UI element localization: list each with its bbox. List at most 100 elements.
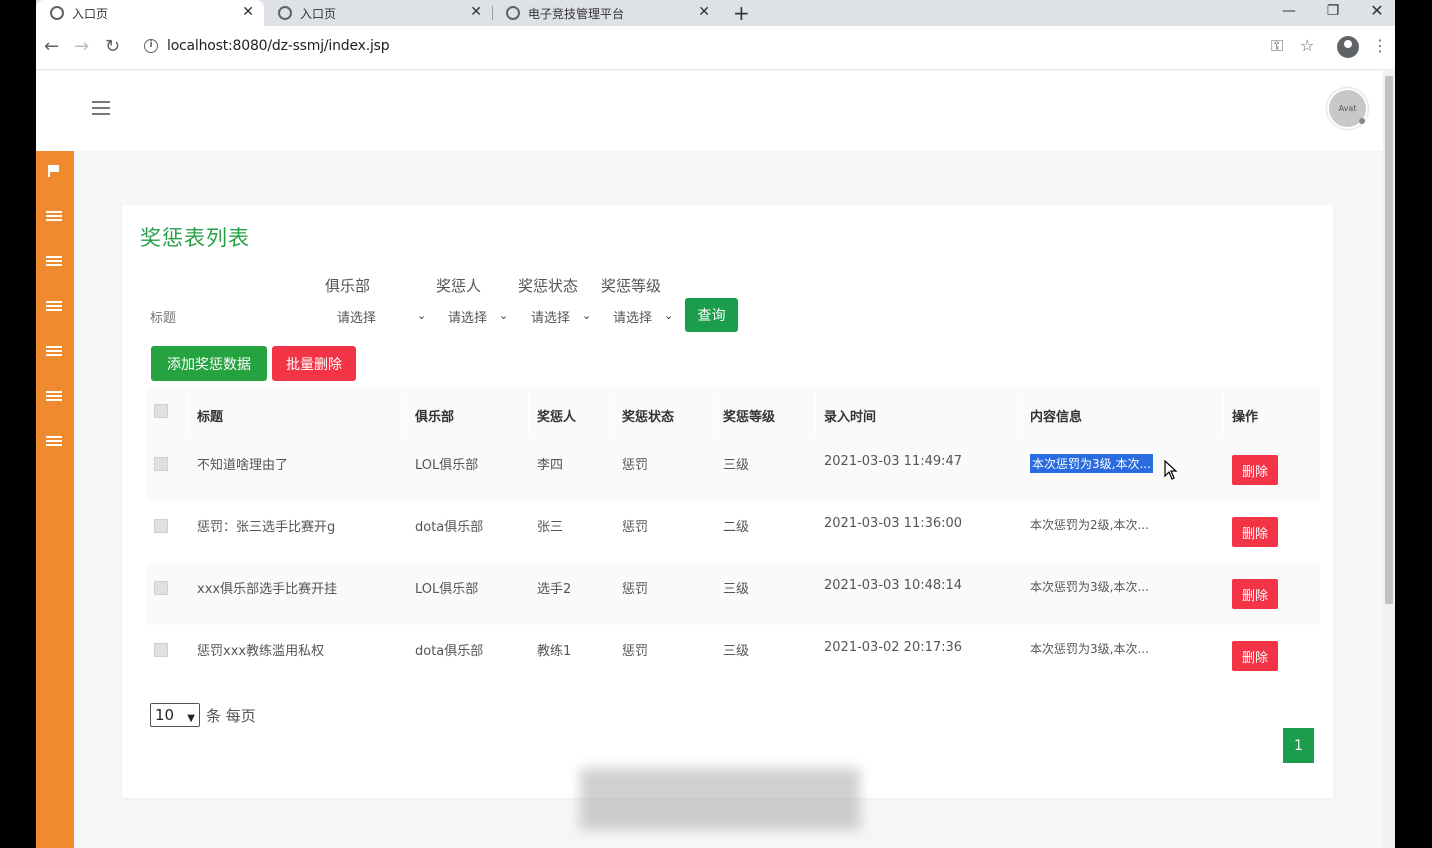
cell-content: 本次惩罚为3级,本次... [1030, 454, 1153, 473]
minimize-icon[interactable]: — [1269, 0, 1309, 22]
cell-club: LOL俱乐部 [415, 582, 479, 597]
mouse-cursor-icon [1164, 460, 1178, 480]
flag-icon[interactable] [48, 165, 60, 177]
cell-person: 张三 [537, 520, 564, 535]
page-button-1[interactable]: 1 [1283, 728, 1314, 763]
forward-icon[interactable]: → [74, 36, 89, 57]
table-row: 惩罚xxx教练滥用私权 dota俱乐部 教练1 惩罚 三级 2021-03-02… [146, 625, 1320, 687]
sidebar [36, 151, 74, 848]
cell-status: 惩罚 [622, 644, 649, 659]
status-select[interactable]: 请选择 ⌄ [531, 303, 596, 329]
row-checkbox[interactable] [154, 457, 168, 471]
cell-club: LOL俱乐部 [415, 458, 479, 473]
club-select[interactable]: 请选择 ⌄ [337, 303, 432, 329]
table-row: 惩罚：张三选手比赛开g dota俱乐部 张三 惩罚 二级 2021-03-03 … [146, 501, 1320, 563]
status-filter-label: 奖惩状态 [518, 277, 579, 295]
cell-content: 本次惩罚为2级,本次... [1030, 518, 1149, 532]
close-tab-icon[interactable]: ✕ [698, 4, 710, 20]
cell-time: 2021-03-03 10:48:14 [824, 578, 963, 593]
cell-status: 惩罚 [622, 458, 649, 473]
info-icon[interactable]: i [144, 39, 158, 53]
tab-strip: 入口页 ✕ 入口页 ✕ 电子竞技管理平台 ✕ + — ❐ ✕ [36, 0, 1395, 26]
per-page-label: 条 每页 [206, 707, 256, 725]
list-icon[interactable] [46, 211, 62, 225]
browser-tab-2[interactable]: 入口页 ✕ [264, 0, 492, 26]
person-select-value: 请选择 [448, 310, 488, 326]
star-icon[interactable]: ☆ [1300, 36, 1314, 55]
table-row: xxx俱乐部选手比赛开挂 LOL俱乐部 选手2 惩罚 三级 2021-03-03… [146, 563, 1320, 625]
cell-time: 2021-03-03 11:49:47 [824, 454, 963, 469]
club-select-value: 请选择 [337, 310, 377, 326]
page-scrollbar[interactable] [1383, 71, 1395, 848]
cell-club: dota俱乐部 [415, 644, 484, 659]
level-select-value: 请选择 [613, 310, 653, 326]
row-checkbox[interactable] [154, 643, 168, 657]
tab-title: 入口页 [72, 6, 109, 21]
chevron-down-icon: ⌄ [664, 309, 674, 322]
browser-window: 入口页 ✕ 入口页 ✕ 电子竞技管理平台 ✕ + — ❐ ✕ ← → ↻ i l… [36, 0, 1395, 848]
delete-row-button[interactable]: 删除 [1232, 579, 1278, 609]
chevron-down-icon: ⌄ [417, 309, 427, 322]
row-checkbox[interactable] [154, 581, 168, 595]
globe-icon [506, 6, 520, 20]
cell-time: 2021-03-02 20:17:36 [824, 640, 963, 655]
close-tab-icon[interactable]: ✕ [242, 4, 254, 20]
level-select[interactable]: 请选择 ⌄ [613, 303, 678, 329]
reload-icon[interactable]: ↻ [105, 36, 120, 57]
cell-level: 三级 [723, 582, 750, 597]
chevron-down-icon: ▼ [187, 713, 195, 724]
content-card: 奖惩表列表 俱乐部 奖惩人 奖惩状态 奖惩等级 请选择 ⌄ 请选择 ⌄ 请选择 … [122, 205, 1333, 798]
club-filter-label: 俱乐部 [325, 277, 371, 295]
list-icon[interactable] [46, 346, 62, 360]
new-tab-icon[interactable]: + [733, 1, 750, 25]
avatar-icon[interactable]: Avat [1327, 88, 1368, 129]
menu-icon[interactable] [92, 101, 110, 115]
list-icon[interactable] [46, 256, 62, 270]
list-icon[interactable] [46, 436, 62, 450]
page-title: 奖惩表列表 [140, 226, 250, 250]
cell-person: 选手2 [537, 582, 572, 597]
person-select[interactable]: 请选择 ⌄ [448, 303, 513, 329]
back-icon[interactable]: ← [44, 36, 59, 57]
globe-icon [50, 6, 64, 20]
col-level: 奖惩等级 [723, 410, 776, 425]
delete-row-button[interactable]: 删除 [1232, 641, 1278, 671]
close-window-icon[interactable]: ✕ [1357, 0, 1395, 22]
browser-tab-3[interactable]: 电子竞技管理平台 ✕ [492, 0, 720, 26]
batch-delete-button[interactable]: 批量删除 [272, 346, 356, 381]
title-search-input[interactable] [150, 304, 300, 330]
chevron-down-icon: ⌄ [582, 309, 592, 322]
cell-time: 2021-03-03 11:36:00 [824, 516, 963, 531]
cell-level: 三级 [723, 644, 750, 659]
cell-club: dota俱乐部 [415, 520, 484, 535]
add-record-button[interactable]: 添加奖惩数据 [151, 346, 267, 381]
query-button[interactable]: 查询 [685, 298, 738, 332]
col-person: 奖惩人 [537, 410, 577, 425]
list-icon[interactable] [46, 391, 62, 405]
cell-title: 惩罚：张三选手比赛开g [197, 520, 336, 535]
delete-row-button[interactable]: 删除 [1232, 517, 1278, 547]
cell-content: 本次惩罚为3级,本次... [1030, 642, 1149, 656]
cell-title: 惩罚xxx教练滥用私权 [197, 644, 325, 659]
cell-level: 二级 [723, 520, 750, 535]
address-bar[interactable]: localhost:8080/dz-ssmj/index.jsp [167, 38, 390, 54]
select-all-checkbox[interactable] [154, 404, 168, 418]
scrollbar-thumb[interactable] [1385, 76, 1393, 604]
col-status: 奖惩状态 [622, 410, 675, 425]
col-time: 录入时间 [824, 410, 877, 425]
delete-row-button[interactable]: 删除 [1232, 455, 1278, 485]
cell-level: 三级 [723, 458, 750, 473]
list-icon[interactable] [46, 301, 62, 315]
close-tab-icon[interactable]: ✕ [470, 4, 482, 20]
browser-tab-1[interactable]: 入口页 ✕ [36, 0, 264, 26]
account-icon[interactable] [1337, 36, 1359, 58]
more-menu-icon[interactable]: ⋮ [1372, 36, 1388, 55]
col-content: 内容信息 [1030, 410, 1083, 425]
key-icon[interactable]: ⚿ [1271, 36, 1283, 56]
page-size-select[interactable]: 10 ▼ [150, 703, 200, 727]
cell-person: 李四 [537, 458, 564, 473]
tab-title: 电子竞技管理平台 [528, 6, 625, 21]
row-checkbox[interactable] [154, 519, 168, 533]
restore-icon[interactable]: ❐ [1313, 0, 1353, 22]
level-filter-label: 奖惩等级 [601, 277, 662, 295]
